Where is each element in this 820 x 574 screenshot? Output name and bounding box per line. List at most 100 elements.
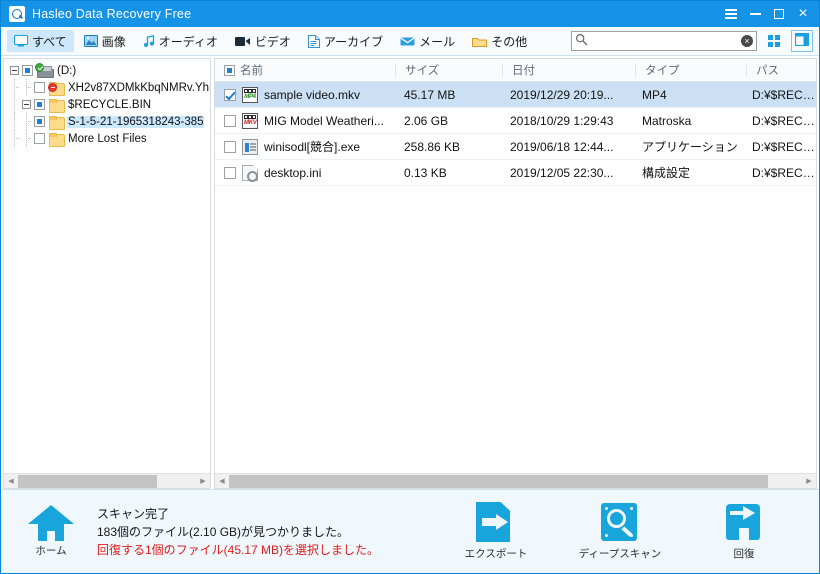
- file-size-cell: 45.17 MB: [404, 87, 456, 102]
- column-header-name-label: 名前: [240, 65, 263, 77]
- export-button-label: エクスポート: [464, 548, 528, 560]
- category-toolbar: すべて 画像 オーディオ ビデオ アーカイブ メール その他 ×: [1, 27, 819, 56]
- video-file-mkv-icon: MKV: [242, 112, 258, 129]
- category-tab-mail[interactable]: メール: [393, 30, 462, 52]
- tree-line: [10, 113, 19, 130]
- file-list-rows[interactable]: MP4 sample video.mkv 45.17 MB 2019/12/29…: [215, 82, 816, 473]
- directory-tree[interactable]: (D:) XH2v87XDMkKbqNMRv.YhM $RECYCLE.BIN: [4, 59, 210, 473]
- deep-scan-button[interactable]: ディープスキャン: [577, 502, 663, 561]
- close-button[interactable]: ×: [791, 1, 819, 27]
- deep-scan-button-label: ディープスキャン: [578, 548, 662, 560]
- category-tab-mail-label: メール: [419, 34, 456, 49]
- menu-button[interactable]: [719, 1, 743, 27]
- tree-checkbox[interactable]: [34, 82, 45, 93]
- tree-horizontal-scrollbar[interactable]: ◀ ▶: [4, 473, 210, 488]
- row-checkbox[interactable]: [224, 140, 236, 153]
- file-name-cell[interactable]: MP4 sample video.mkv: [215, 86, 395, 103]
- envelope-icon: [400, 36, 415, 47]
- tree-checkbox[interactable]: [34, 133, 45, 144]
- tree-expander-icon[interactable]: [10, 66, 19, 75]
- scroll-thumb[interactable]: [18, 474, 157, 488]
- category-tab-image[interactable]: 画像: [77, 30, 133, 52]
- minimize-button[interactable]: [743, 1, 767, 27]
- tree-node-label: $RECYCLE.BIN: [68, 98, 152, 111]
- table-row[interactable]: desktop.ini 0.13 KB 2019/12/05 22:30... …: [215, 160, 816, 186]
- status-line-found-files: 183個のファイル(2.10 GB)が見つかりました。: [97, 524, 350, 539]
- scroll-track[interactable]: [18, 474, 196, 489]
- scroll-track[interactable]: [229, 474, 802, 489]
- search-area: ×: [571, 30, 813, 52]
- scroll-thumb[interactable]: [229, 474, 768, 488]
- tree-checkbox[interactable]: [34, 116, 45, 127]
- detail-view-icon: [794, 32, 810, 49]
- category-tab-audio[interactable]: オーディオ: [136, 30, 225, 52]
- file-name-cell[interactable]: MKV MIG Model Weatheri...: [215, 112, 395, 129]
- search-box[interactable]: ×: [571, 31, 757, 51]
- category-tab-archive-label: アーカイブ: [323, 34, 384, 49]
- file-type-cell: アプリケーション: [642, 140, 738, 154]
- table-row[interactable]: winisodl[競合].exe 258.86 KB 2019/06/18 12…: [215, 134, 816, 160]
- tree-checkbox[interactable]: [34, 99, 45, 110]
- tree-node-sid-folder[interactable]: S-1-5-21-1965318243-385: [4, 113, 210, 130]
- detail-view-button[interactable]: [791, 30, 813, 52]
- table-row[interactable]: MP4 sample video.mkv 45.17 MB 2019/12/29…: [215, 82, 816, 108]
- grid-view-button[interactable]: [763, 30, 785, 52]
- column-header-date[interactable]: 日付: [503, 62, 635, 78]
- tree-checkbox[interactable]: [22, 65, 33, 76]
- category-tab-other[interactable]: その他: [465, 30, 534, 52]
- file-name-label: winisodl[競合].exe: [264, 140, 361, 154]
- file-size-cell: 2.06 GB: [404, 113, 449, 128]
- export-button[interactable]: エクスポート: [453, 502, 539, 561]
- folder-icon: [49, 98, 65, 113]
- file-name-cell[interactable]: winisodl[競合].exe: [215, 138, 395, 155]
- row-checkbox[interactable]: [224, 88, 236, 101]
- tree-node-more-lost-files[interactable]: More Lost Files: [4, 130, 210, 147]
- column-header-name[interactable]: 名前: [215, 62, 395, 78]
- search-icon: [575, 33, 588, 49]
- tree-node-label: XH2v87XDMkKbqNMRv.YhM: [68, 81, 210, 94]
- maximize-button[interactable]: [767, 1, 791, 27]
- file-name-label: MIG Model Weatheri...: [264, 113, 384, 128]
- image-icon: [83, 35, 98, 47]
- status-bar: ホーム スキャン完了 183個のファイル(2.10 GB)が見つかりました。 回…: [1, 489, 819, 573]
- main-body: (D:) XH2v87XDMkKbqNMRv.YhM $RECYCLE.BIN: [1, 56, 819, 489]
- file-name-cell[interactable]: desktop.ini: [215, 164, 395, 182]
- scroll-right-icon[interactable]: ▶: [196, 474, 210, 489]
- config-file-icon: [242, 164, 258, 182]
- tree-expander-icon[interactable]: [22, 100, 31, 109]
- home-button[interactable]: ホーム: [15, 505, 87, 558]
- scroll-left-icon[interactable]: ◀: [4, 474, 18, 489]
- file-type-cell: Matroska: [642, 113, 692, 128]
- folder-icon: [49, 115, 65, 130]
- tree-node-recycle-bin[interactable]: $RECYCLE.BIN: [4, 96, 210, 113]
- search-input[interactable]: [588, 33, 741, 49]
- deep-scan-icon: [598, 502, 642, 542]
- status-message: スキャン完了 183個のファイル(2.10 GB)が見つかりました。 回復する1…: [97, 505, 379, 559]
- scroll-left-icon[interactable]: ◀: [215, 474, 229, 489]
- tree-node-xh2v87[interactable]: XH2v87XDMkKbqNMRv.YhM: [4, 79, 210, 96]
- recover-button-label: 回復: [733, 548, 755, 560]
- row-checkbox[interactable]: [224, 114, 236, 127]
- file-date-cell: 2019/06/18 12:44...: [510, 139, 614, 154]
- clear-search-icon[interactable]: ×: [741, 35, 753, 47]
- list-horizontal-scrollbar[interactable]: ◀ ▶: [215, 473, 816, 488]
- tree-line: [22, 113, 31, 130]
- column-header-type[interactable]: タイプ: [636, 62, 746, 78]
- file-date-cell: 2018/10/29 1:29:43: [510, 113, 614, 128]
- recover-button[interactable]: 回復: [701, 502, 787, 561]
- column-header-path[interactable]: パス: [747, 62, 816, 78]
- category-tab-archive[interactable]: アーカイブ: [301, 30, 390, 52]
- column-header-size[interactable]: サイズ: [396, 62, 502, 78]
- monitor-icon: [14, 35, 28, 47]
- scroll-right-icon[interactable]: ▶: [802, 474, 816, 489]
- category-tab-all[interactable]: すべて: [7, 30, 74, 52]
- category-tab-video[interactable]: ビデオ: [228, 30, 298, 52]
- minimize-icon: [749, 13, 761, 15]
- select-all-checkbox[interactable]: [224, 64, 235, 76]
- category-tab-audio-label: オーディオ: [158, 34, 218, 49]
- list-menu-icon: [725, 9, 737, 19]
- tree-node-drive-d[interactable]: (D:): [4, 62, 210, 79]
- category-tab-all-label: すべて: [32, 34, 67, 49]
- table-row[interactable]: MKV MIG Model Weatheri... 2.06 GB 2018/1…: [215, 108, 816, 134]
- row-checkbox[interactable]: [224, 166, 236, 179]
